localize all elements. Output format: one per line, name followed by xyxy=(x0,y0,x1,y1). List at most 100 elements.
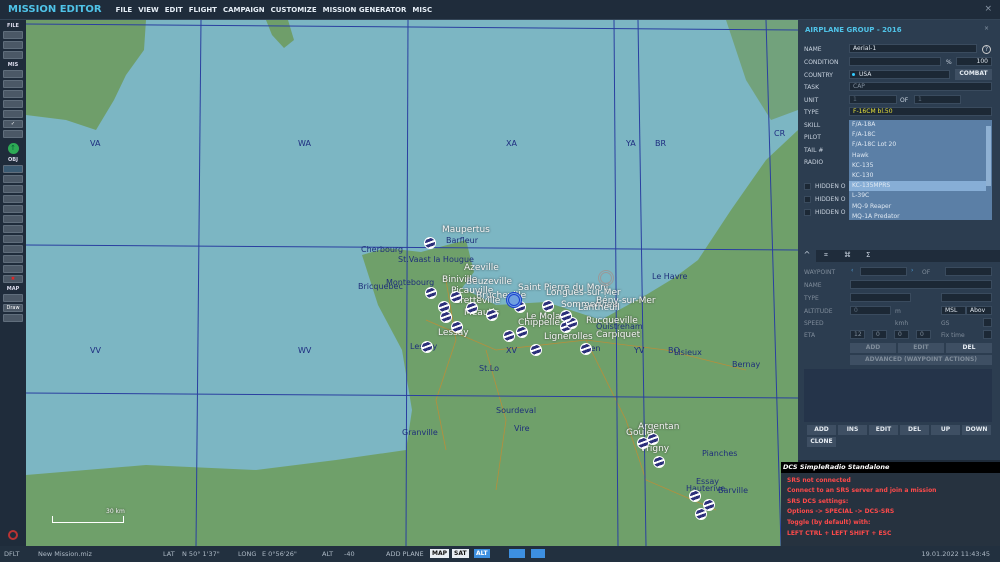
new-file-icon[interactable] xyxy=(3,31,23,39)
multi-zone-icon[interactable] xyxy=(3,255,23,263)
wp-add-button[interactable]: ADD xyxy=(850,343,896,353)
panel-close-button[interactable]: × xyxy=(984,25,989,32)
action-edit-button[interactable]: EDIT xyxy=(869,425,898,435)
unit-group-marker[interactable] xyxy=(653,456,665,468)
menu-view[interactable]: VIEW xyxy=(138,6,159,14)
eta-seconds[interactable]: 0 xyxy=(894,330,909,339)
tab-route-icon[interactable]: ^ xyxy=(798,250,816,262)
delete-icon[interactable]: ✖ xyxy=(3,275,23,283)
actions-list[interactable] xyxy=(804,369,992,422)
combat-button[interactable]: COMBAT xyxy=(955,69,992,80)
ruler-toggle-icon[interactable] xyxy=(509,549,525,558)
eta-days[interactable]: 0 xyxy=(916,330,931,339)
type-option[interactable]: F/A-18C xyxy=(849,130,986,140)
helicopter-icon[interactable] xyxy=(3,175,23,183)
static-object-icon[interactable] xyxy=(3,205,23,213)
altitude-type-select[interactable]: MSL xyxy=(941,306,966,315)
condition-input[interactable] xyxy=(849,57,941,66)
unit-stepper[interactable]: 1 xyxy=(849,95,897,104)
shapes-icon[interactable] xyxy=(3,265,23,273)
hidden-checkbox[interactable] xyxy=(804,183,811,190)
unit-group-marker[interactable] xyxy=(580,343,592,355)
wp-type-select[interactable] xyxy=(850,293,911,302)
condition-stepper[interactable]: 100 xyxy=(956,57,992,66)
template-icon[interactable] xyxy=(3,215,23,223)
zone-icon[interactable] xyxy=(3,100,23,108)
map-toggle[interactable]: MAP xyxy=(430,549,450,558)
type-option[interactable]: F/A-18A xyxy=(849,120,986,130)
unit-group-marker[interactable] xyxy=(689,490,701,502)
ruler-icon[interactable] xyxy=(3,314,23,322)
type-option-selected[interactable]: KC-135MPRS xyxy=(849,181,986,192)
help-icon[interactable]: ? xyxy=(982,45,991,54)
unit-group-marker[interactable] xyxy=(503,330,515,342)
selected-group-marker[interactable] xyxy=(506,292,522,308)
advanced-waypoint-actions-button[interactable]: ADVANCED (WAYPOINT ACTIONS) xyxy=(850,355,992,365)
menu-file[interactable]: FILE xyxy=(116,6,133,14)
type-option[interactable]: F/A-18C Lot 20 xyxy=(849,140,986,150)
wp-name-input[interactable] xyxy=(850,280,992,289)
eta-hours[interactable]: 12 xyxy=(850,330,865,339)
action-del-button[interactable]: DEL xyxy=(900,425,929,435)
key-icon[interactable] xyxy=(3,294,23,302)
hidden-checkbox[interactable] xyxy=(804,209,811,216)
tab-payload-icon[interactable]: ⌘ xyxy=(844,251,851,259)
type-option[interactable]: L-39C xyxy=(849,191,986,201)
altitude-ref-select[interactable]: Abov xyxy=(966,306,992,315)
type-option[interactable]: MQ-1A Predator xyxy=(849,212,986,222)
action-up-button[interactable]: UP xyxy=(931,425,960,435)
save-file-icon[interactable] xyxy=(3,51,23,59)
dropdown-scrollbar[interactable] xyxy=(986,126,991,186)
action-down-button[interactable]: DOWN xyxy=(962,425,991,435)
country-select[interactable]: USA xyxy=(849,70,950,79)
menu-mission-generator[interactable]: MISSION GENERATOR xyxy=(323,6,407,14)
type-dropdown-list[interactable]: F/A-18A F/A-18C F/A-18C Lot 20 Hawk KC-1… xyxy=(848,119,993,221)
unit-group-marker[interactable] xyxy=(425,287,437,299)
task-select[interactable]: CAP xyxy=(849,82,992,91)
menu-flight[interactable]: FLIGHT xyxy=(189,6,217,14)
menu-campaign[interactable]: CAMPAIGN xyxy=(223,6,265,14)
action-add-button[interactable]: ADD xyxy=(807,425,836,435)
unit-group-marker[interactable] xyxy=(695,508,707,520)
type-option[interactable]: KC-135 xyxy=(849,161,986,171)
resources-icon[interactable] xyxy=(3,110,23,118)
prev-waypoint-icon[interactable]: ‹ xyxy=(851,267,853,274)
target-icon[interactable] xyxy=(3,235,23,243)
draw-button[interactable]: Draw xyxy=(3,304,23,312)
open-file-icon[interactable] xyxy=(3,41,23,49)
type-option[interactable]: Hawk xyxy=(849,151,986,161)
wp-del-button[interactable]: DEL xyxy=(946,343,992,353)
trigger-icon[interactable] xyxy=(3,90,23,98)
unit-group-marker[interactable] xyxy=(440,311,452,323)
waypoint-select[interactable] xyxy=(860,267,907,276)
unit-group-marker[interactable] xyxy=(647,433,659,445)
weather-icon[interactable] xyxy=(3,80,23,88)
unit-group-marker[interactable] xyxy=(542,300,554,312)
arrow-up-icon[interactable]: ↑ xyxy=(7,143,19,154)
record-icon[interactable] xyxy=(8,530,18,540)
unit-group-marker[interactable] xyxy=(421,341,433,353)
tab-summary-icon[interactable]: Σ xyxy=(866,251,870,259)
action-ins-button[interactable]: INS xyxy=(838,425,867,435)
menu-misc[interactable]: MISC xyxy=(412,6,432,14)
type-select[interactable]: F-16CM bl.50 xyxy=(849,107,992,116)
ship-icon[interactable] xyxy=(3,185,23,193)
wp-action-select[interactable] xyxy=(941,293,992,302)
hidden-checkbox[interactable] xyxy=(804,196,811,203)
close-app-button[interactable]: × xyxy=(984,4,992,14)
unit-group-marker[interactable] xyxy=(530,344,542,356)
unit-group-marker[interactable] xyxy=(450,291,462,303)
unit-count-stepper[interactable]: 1 xyxy=(914,95,961,104)
menu-edit[interactable]: EDIT xyxy=(165,6,183,14)
gs-checkbox[interactable] xyxy=(983,318,992,327)
name-input[interactable]: Aerial-1 xyxy=(849,44,977,53)
menu-customize[interactable]: CUSTOMIZE xyxy=(271,6,317,14)
unit-group-marker[interactable] xyxy=(451,321,463,333)
unit-group-marker[interactable] xyxy=(486,309,498,321)
unit-group-marker[interactable] xyxy=(424,237,436,249)
unit-group-marker[interactable] xyxy=(560,310,572,322)
airplane-icon[interactable] xyxy=(3,165,23,173)
action-clone-button[interactable]: CLONE xyxy=(807,437,836,447)
unit-group-marker[interactable] xyxy=(516,326,528,338)
briefing-icon[interactable] xyxy=(3,70,23,78)
